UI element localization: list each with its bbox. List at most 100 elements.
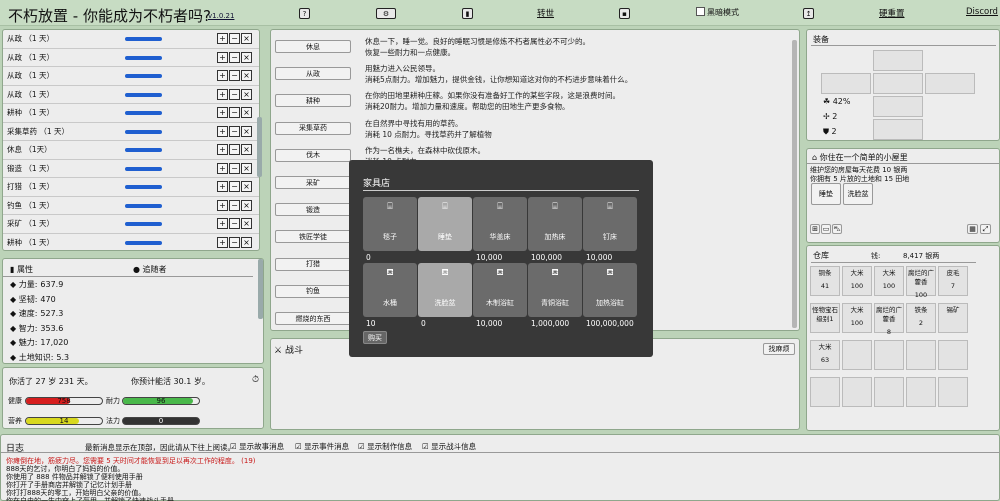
craft-option[interactable]: ☑ 显示制作信息 xyxy=(358,441,412,452)
minus-icon[interactable]: − xyxy=(229,218,240,229)
furniture-item[interactable]: ⛾ 木制浴缸 xyxy=(473,263,527,317)
action-button[interactable]: 伐木 xyxy=(275,148,351,162)
action-button[interactable]: 钓鱼 xyxy=(275,284,351,298)
help-icon[interactable]: ? xyxy=(299,8,310,19)
followers-tab[interactable]: ● 追随者 xyxy=(133,264,167,275)
plus-icon[interactable]: + xyxy=(217,199,228,211)
settings-icon[interactable]: ⚙ xyxy=(376,8,396,19)
action-button[interactable]: 耕种 xyxy=(275,94,351,108)
furniture-item[interactable]: ⌸ 加热床 xyxy=(528,197,582,251)
furniture-item[interactable]: ⌸ 毯子 xyxy=(363,197,417,251)
minus-icon[interactable]: − xyxy=(229,70,240,81)
action-button[interactable]: 燃烧的东西 xyxy=(275,312,351,325)
remove-icon[interactable]: × xyxy=(241,181,252,192)
minus-icon[interactable]: − xyxy=(229,107,240,118)
remove-icon[interactable]: × xyxy=(241,33,252,44)
minus-icon[interactable]: − xyxy=(229,88,240,100)
furniture-item[interactable]: ⌸ 睡垫 xyxy=(418,197,472,251)
minus-icon[interactable]: − xyxy=(229,162,240,174)
furniture-item[interactable]: ⛾ 加热浴缸 xyxy=(583,263,637,317)
remove-icon[interactable]: × xyxy=(241,199,252,211)
storage-slot[interactable]: 腐烂的广藿香 100 xyxy=(906,266,936,299)
minus-icon[interactable]: − xyxy=(229,144,240,155)
remove-icon[interactable]: × xyxy=(241,125,252,137)
action-button[interactable]: 采矿 xyxy=(275,176,351,189)
remove-icon[interactable]: × xyxy=(241,162,252,174)
upload-icon[interactable]: ↥ xyxy=(803,8,814,19)
remove-icon[interactable]: × xyxy=(241,144,252,155)
minus-icon[interactable]: − xyxy=(229,236,240,248)
storage-slot[interactable] xyxy=(810,377,840,407)
storage-slot[interactable]: 铜条 41 xyxy=(810,266,840,296)
storage-slot[interactable] xyxy=(938,377,968,407)
storage-slot[interactable] xyxy=(906,377,936,407)
storage-slot[interactable] xyxy=(874,340,904,370)
remove-icon[interactable]: × xyxy=(241,107,252,118)
discord-link[interactable]: Discord xyxy=(966,7,998,17)
remove-icon[interactable]: × xyxy=(241,88,252,100)
storage-slot[interactable]: 皮毛 7 xyxy=(938,266,968,296)
remove-icon[interactable]: × xyxy=(241,70,252,81)
action-button[interactable]: 打猎 xyxy=(275,257,351,271)
equip-slot-right[interactable] xyxy=(925,73,975,94)
furniture-icon[interactable]: ▭ xyxy=(821,224,831,234)
expand-icon[interactable]: ⤢ xyxy=(980,224,991,234)
remove-icon[interactable]: × xyxy=(241,218,252,229)
story-option[interactable]: ☑ 显示故事消息 xyxy=(230,441,284,452)
storage-slot[interactable] xyxy=(906,340,936,370)
equip-slot-body[interactable] xyxy=(873,73,923,94)
furniture-item[interactable]: ⛾ 洗脸盆 xyxy=(418,263,472,317)
furniture-item[interactable]: ⛾ 水桶 xyxy=(363,263,417,317)
center-scrollbar[interactable] xyxy=(792,40,797,328)
action-button[interactable]: 从政 xyxy=(275,67,351,81)
storage-slot[interactable]: 大米 63 xyxy=(810,340,840,370)
remove-icon[interactable]: × xyxy=(241,236,252,248)
plus-icon[interactable]: + xyxy=(217,218,228,229)
add-home-icon[interactable]: ⊞ xyxy=(810,224,820,234)
storage-slot[interactable] xyxy=(842,377,872,407)
look-for-trouble-button[interactable]: 找麻烦 xyxy=(763,343,795,355)
storage-slot[interactable]: 大米 100 xyxy=(874,266,904,296)
plus-icon[interactable]: + xyxy=(217,51,228,63)
storage-slot[interactable]: 腐烂的广藿香 8 xyxy=(874,303,904,336)
storage-slot[interactable]: 大米 100 xyxy=(842,266,872,296)
plus-icon[interactable]: + xyxy=(217,144,228,155)
storage-slot[interactable] xyxy=(842,340,872,370)
minus-icon[interactable]: − xyxy=(229,199,240,211)
bookmark-icon[interactable]: ▮ xyxy=(462,8,473,19)
furniture-item[interactable]: ⌸ 钉床 xyxy=(583,197,637,251)
plus-icon[interactable]: + xyxy=(217,88,228,100)
furniture-item[interactable]: ⛾ 青铜浴缸 xyxy=(528,263,582,317)
home-item[interactable]: 洗脸盆 xyxy=(843,183,873,205)
attributes-scrollbar[interactable] xyxy=(258,259,263,319)
remove-icon[interactable]: × xyxy=(241,51,252,63)
cart-icon[interactable]: ⛍ xyxy=(832,224,842,234)
equip-slot-head[interactable] xyxy=(873,50,923,71)
minus-icon[interactable]: − xyxy=(229,51,240,63)
plus-icon[interactable]: + xyxy=(217,33,228,44)
action-list-scrollbar[interactable] xyxy=(257,117,262,177)
storage-slot[interactable]: 锡矿 xyxy=(938,303,968,333)
plus-icon[interactable]: + xyxy=(217,162,228,174)
reincarnate-link[interactable]: 转世 xyxy=(537,7,554,19)
plus-icon[interactable]: + xyxy=(217,70,228,81)
minus-icon[interactable]: − xyxy=(229,33,240,44)
storage-slot[interactable]: 大米 100 xyxy=(842,303,872,333)
equip-slot-feet[interactable] xyxy=(873,119,923,140)
furniture-item[interactable]: ⌸ 华盖床 xyxy=(473,197,527,251)
buy-button[interactable]: 购买 xyxy=(363,331,387,344)
action-button[interactable]: 采集草药 xyxy=(275,121,351,135)
plus-icon[interactable]: + xyxy=(217,125,228,137)
home-item[interactable]: 睡垫 xyxy=(811,183,841,205)
grid-icon[interactable]: ▦ xyxy=(967,224,978,234)
storage-slot[interactable] xyxy=(938,340,968,370)
save-icon[interactable]: ▪ xyxy=(619,8,630,19)
event-option[interactable]: ☑ 显示事件消息 xyxy=(295,441,349,452)
hard-reset-link[interactable]: 硬重置 xyxy=(879,7,905,19)
equip-slot-left[interactable] xyxy=(821,73,871,94)
dark-mode-checkbox[interactable] xyxy=(696,7,705,16)
version-link[interactable]: v1.0.21 xyxy=(208,12,234,20)
storage-slot[interactable]: 铁条 2 xyxy=(906,303,936,333)
action-button[interactable]: 锻造 xyxy=(275,203,351,217)
plus-icon[interactable]: + xyxy=(217,236,228,248)
